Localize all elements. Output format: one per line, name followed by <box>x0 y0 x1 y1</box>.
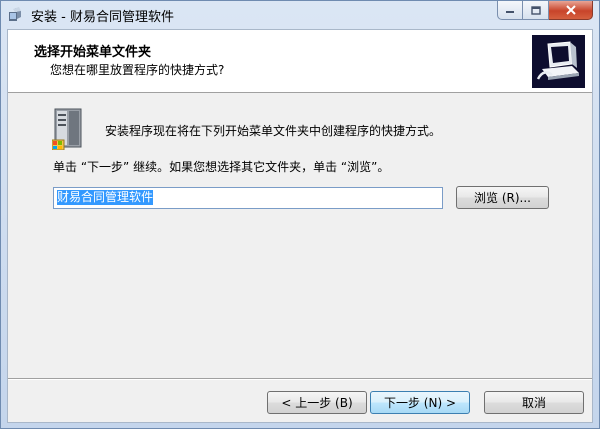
maximize-icon <box>530 5 541 15</box>
wizard-client-area: 选择开始菜单文件夹 您想在哪里放置程序的快捷方式? 安装程序现在将在下列开始菜单… <box>7 29 593 423</box>
close-button[interactable] <box>549 1 593 20</box>
folder-input-value: 财易合同管理软件 <box>57 190 154 205</box>
maximize-button[interactable] <box>523 1 549 20</box>
installer-icon <box>9 7 21 21</box>
program-folder-icon <box>52 108 82 150</box>
title-bar[interactable]: 安装 - 财易合同管理软件 <box>1 1 599 27</box>
browse-button[interactable]: 浏览 (R)... <box>456 186 549 209</box>
minimize-button[interactable] <box>497 1 523 20</box>
window-title: 安装 - 财易合同管理软件 <box>31 10 174 25</box>
start-menu-folder-input[interactable]: 财易合同管理软件 <box>53 187 443 209</box>
page-subtitle: 您想在哪里放置程序的快捷方式? <box>50 63 225 77</box>
back-button[interactable]: < 上一步 (B) <box>267 391 367 414</box>
footer-divider <box>8 378 592 380</box>
description-text: 安装程序现在将在下列开始菜单文件夹中创建程序的快捷方式。 <box>105 124 442 138</box>
minimize-icon <box>506 11 514 13</box>
installer-window: 安装 - 财易合同管理软件 选择开始菜单文件夹 您想在哪里放置程序的快捷方式? <box>0 0 600 429</box>
caption-buttons <box>497 1 593 20</box>
page-title: 选择开始菜单文件夹 <box>34 45 152 60</box>
next-button[interactable]: 下一步 (N) > <box>370 391 470 414</box>
close-icon <box>565 5 576 15</box>
instruction-text: 单击 “下一步” 继续。如果您想选择其它文件夹，单击 “浏览”。 <box>53 160 390 174</box>
computer-setup-icon <box>532 35 585 88</box>
wizard-header: 选择开始菜单文件夹 您想在哪里放置程序的快捷方式? <box>8 30 592 93</box>
cancel-button[interactable]: 取消 <box>484 391 584 414</box>
